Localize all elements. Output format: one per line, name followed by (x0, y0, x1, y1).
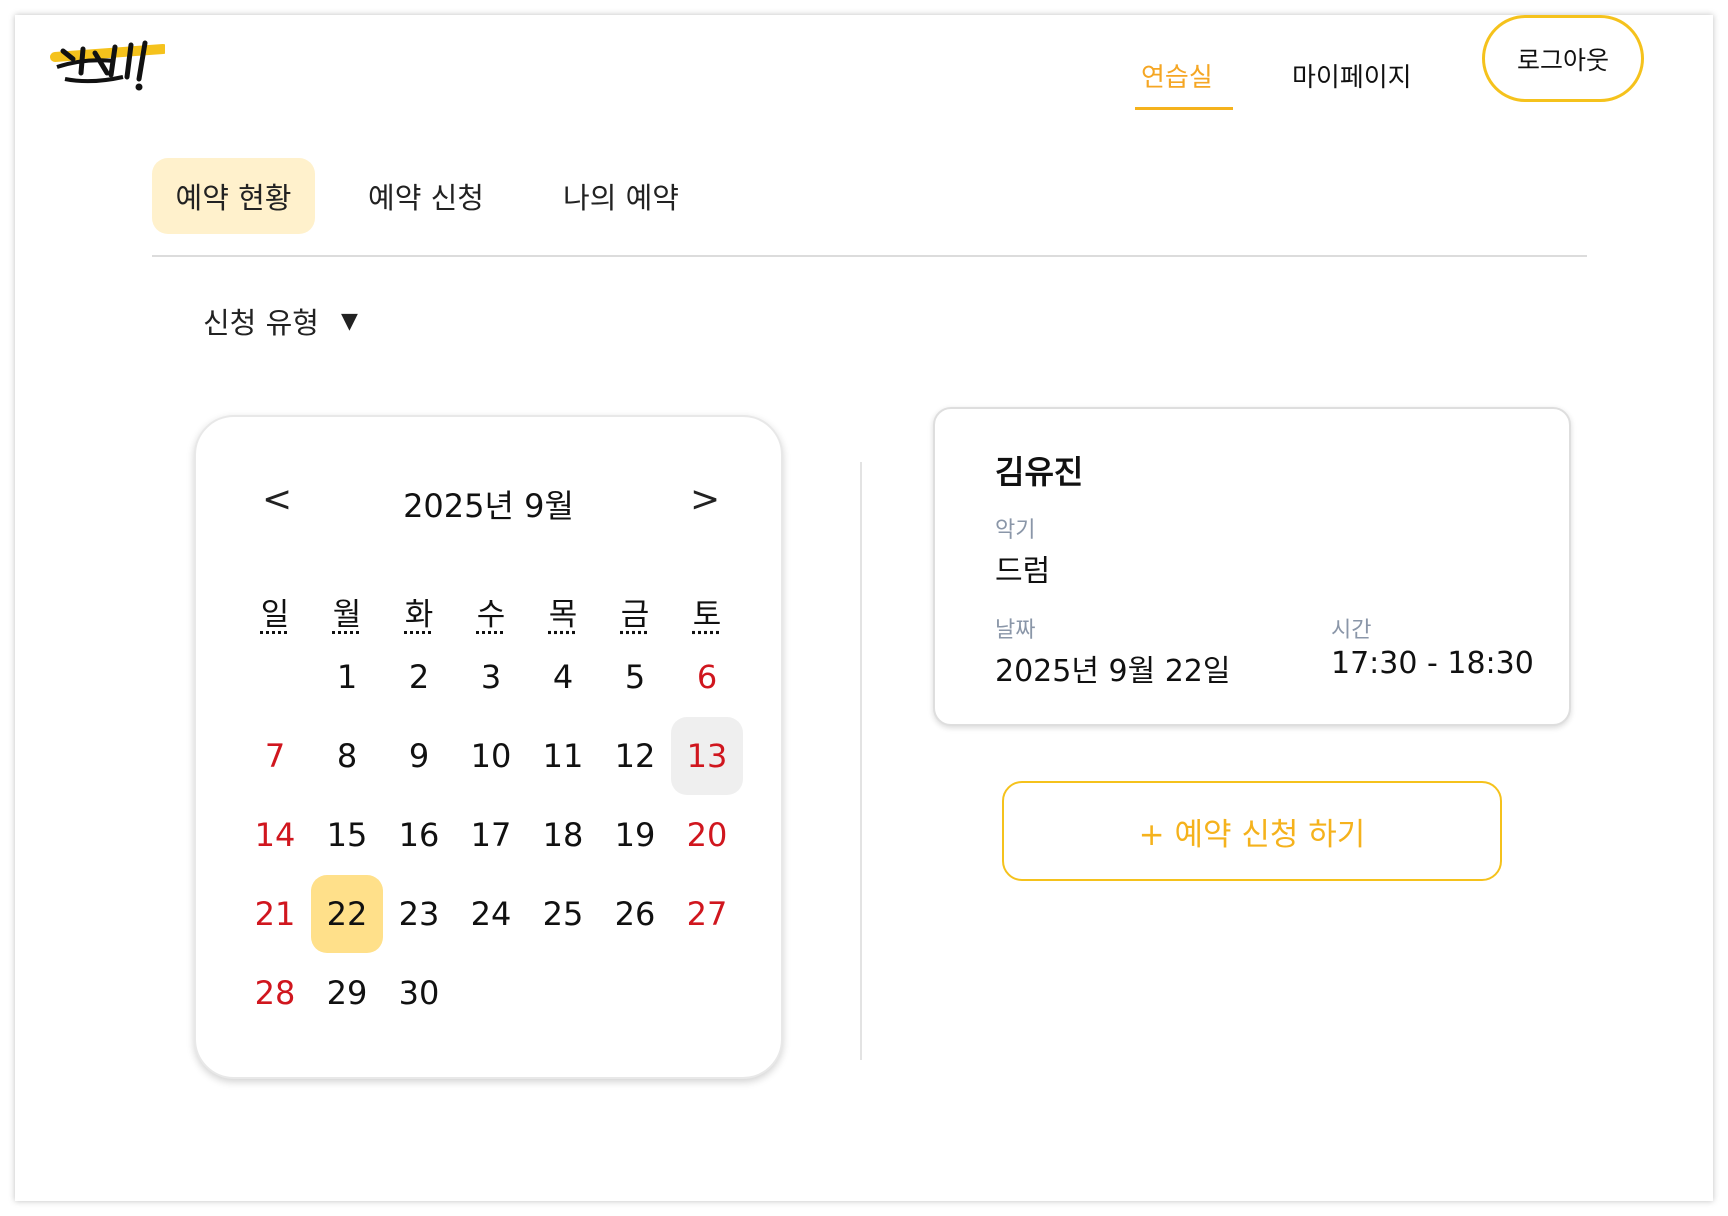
calendar-day[interactable]: 5 (599, 638, 671, 716)
calendar: < 2025년 9월 > 일 월 화 수 목 금 토 1 2 3 4 5 6 7 8 9 10 11 12 13 14 1… (194, 415, 783, 1079)
weekday-header: 수 (476, 597, 506, 633)
weekday-header: 목 (548, 597, 578, 633)
calendar-day[interactable]: 22 (311, 875, 383, 953)
calendar-day[interactable]: 27 (671, 875, 743, 953)
calendar-day[interactable]: 10 (455, 717, 527, 795)
nav-mypage[interactable]: 마이페이지 (1292, 57, 1412, 94)
apply-reservation-button[interactable]: + 예약 신청 하기 (1002, 781, 1502, 881)
calendar-day[interactable]: 15 (311, 796, 383, 874)
next-month-button[interactable]: > (690, 479, 720, 520)
weekday-header: 일 (260, 597, 290, 633)
logo[interactable] (35, 29, 165, 99)
nav-active-underline (1135, 107, 1233, 110)
filter-label: 신청 유형 (203, 306, 319, 340)
weekday-header: 토 (692, 597, 722, 633)
calendar-day[interactable]: 2 (383, 638, 455, 716)
calendar-day[interactable]: 14 (239, 796, 311, 874)
calendar-day[interactable]: 4 (527, 638, 599, 716)
tab-reservation-request[interactable]: 예약 신청 (345, 158, 507, 234)
caret-down-icon: ▼ (340, 308, 358, 334)
calendar-day[interactable]: 12 (599, 717, 671, 795)
tab-reservation-status[interactable]: 예약 현황 (152, 158, 315, 234)
instrument-label: 악기 (995, 518, 1036, 543)
calendar-day[interactable]: 29 (311, 954, 383, 1032)
calendar-day[interactable]: 25 (527, 875, 599, 953)
calendar-day[interactable]: 24 (455, 875, 527, 953)
calendar-day[interactable]: 7 (239, 717, 311, 795)
section-divider (860, 462, 862, 1060)
calendar-day[interactable]: 11 (527, 717, 599, 795)
instrument-value: 드럼 (995, 554, 1051, 589)
reservation-card: 김유진 악기 드럼 날짜 2025년 9월 22일 시간 17:30 - 18:… (933, 407, 1571, 726)
calendar-day[interactable]: 9 (383, 717, 455, 795)
calendar-day[interactable]: 16 (383, 796, 455, 874)
calendar-day[interactable]: 3 (455, 638, 527, 716)
calendar-day[interactable]: 26 (599, 875, 671, 953)
logout-button[interactable]: 로그아웃 (1482, 15, 1644, 102)
tab-divider (152, 255, 1587, 257)
calendar-day[interactable]: 8 (311, 717, 383, 795)
tab-my-reservations[interactable]: 나의 예약 (540, 158, 702, 234)
request-type-filter[interactable]: 신청 유형 ▼ (203, 300, 358, 342)
time-label: 시간 (1331, 618, 1372, 643)
weekday-header: 금 (620, 597, 650, 633)
calendar-day[interactable]: 30 (383, 954, 455, 1032)
time-value: 17:30 - 18:30 (1331, 646, 1534, 681)
calendar-day[interactable]: 18 (527, 796, 599, 874)
calendar-day[interactable]: 28 (239, 954, 311, 1032)
calendar-day[interactable]: 1 (311, 638, 383, 716)
calendar-day[interactable]: 20 (671, 796, 743, 874)
reserver-name: 김유진 (995, 453, 1084, 491)
calendar-day[interactable]: 13 (671, 717, 743, 795)
nav-practice-room[interactable]: 연습실 (1141, 57, 1213, 94)
calendar-day[interactable]: 19 (599, 796, 671, 874)
calendar-day[interactable]: 21 (239, 875, 311, 953)
app-frame: 연습실 마이페이지 로그아웃 예약 현황 예약 신청 나의 예약 신청 유형 ▼… (15, 15, 1713, 1201)
date-value: 2025년 9월 22일 (995, 654, 1231, 689)
date-label: 날짜 (995, 618, 1036, 643)
calendar-day[interactable]: 17 (455, 796, 527, 874)
weekday-header: 화 (404, 597, 434, 633)
weekday-header: 월 (332, 597, 362, 633)
calendar-day[interactable]: 23 (383, 875, 455, 953)
calendar-day[interactable]: 6 (671, 638, 743, 716)
